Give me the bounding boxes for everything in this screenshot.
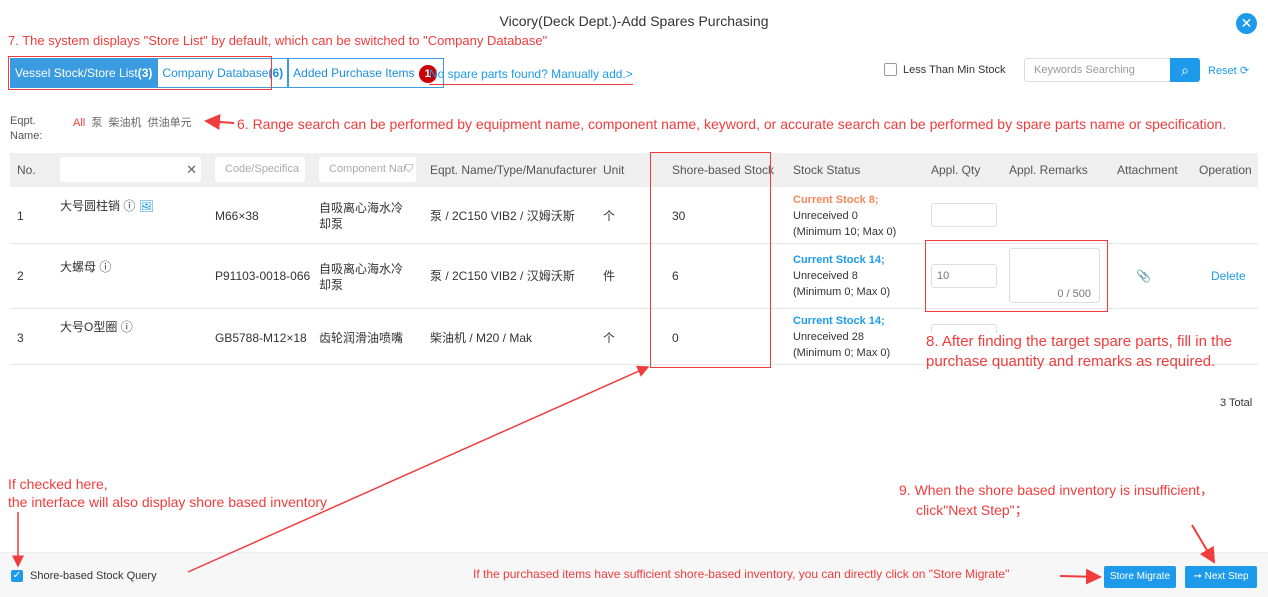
arrow-migrate — [1059, 568, 1102, 585]
arrow-shore-column — [187, 365, 650, 573]
arrow-6 — [204, 114, 235, 130]
arrow-next-step — [1191, 524, 1216, 564]
annotation-arrows — [12, 114, 1216, 585]
